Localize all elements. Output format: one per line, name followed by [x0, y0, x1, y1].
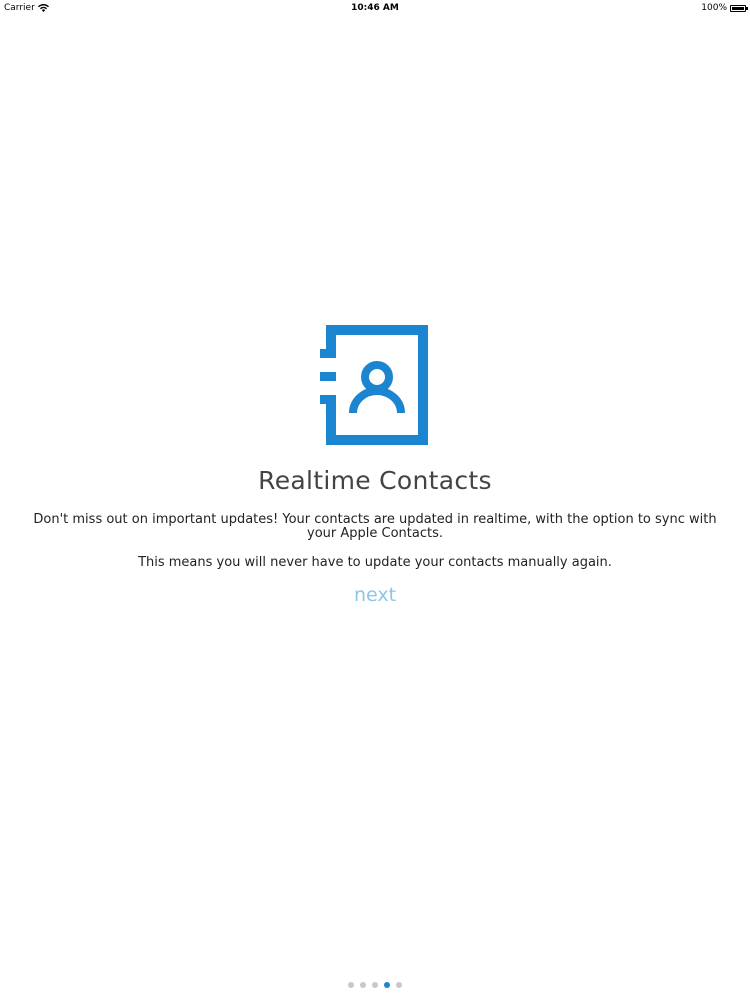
secondary-description-text: This means you will never have to update… — [138, 555, 612, 570]
contacts-book-icon — [320, 325, 428, 445]
status-time: 10:46 AM — [351, 3, 399, 13]
page-title: Realtime Contacts — [258, 466, 492, 495]
page-dot[interactable] — [396, 982, 402, 988]
page-dot[interactable] — [372, 982, 378, 988]
page-indicator[interactable] — [0, 982, 750, 988]
next-button[interactable]: next — [354, 584, 396, 606]
status-right: 100% — [701, 3, 748, 13]
onboarding-content: Realtime Contacts Don't miss out on impo… — [0, 322, 750, 606]
description-text: Don't miss out on important updates! You… — [33, 512, 717, 541]
onboarding-screen: Carrier 10:46 AM 100% Realtime Contacts … — [0, 0, 750, 1000]
page-dot[interactable] — [384, 982, 390, 988]
page-dot[interactable] — [348, 982, 354, 988]
battery-fill — [732, 6, 744, 10]
battery-icon — [730, 4, 748, 12]
page-dot[interactable] — [360, 982, 366, 988]
battery-percentage: 100% — [701, 3, 727, 13]
status-bar: Carrier 10:46 AM 100% — [0, 0, 750, 16]
